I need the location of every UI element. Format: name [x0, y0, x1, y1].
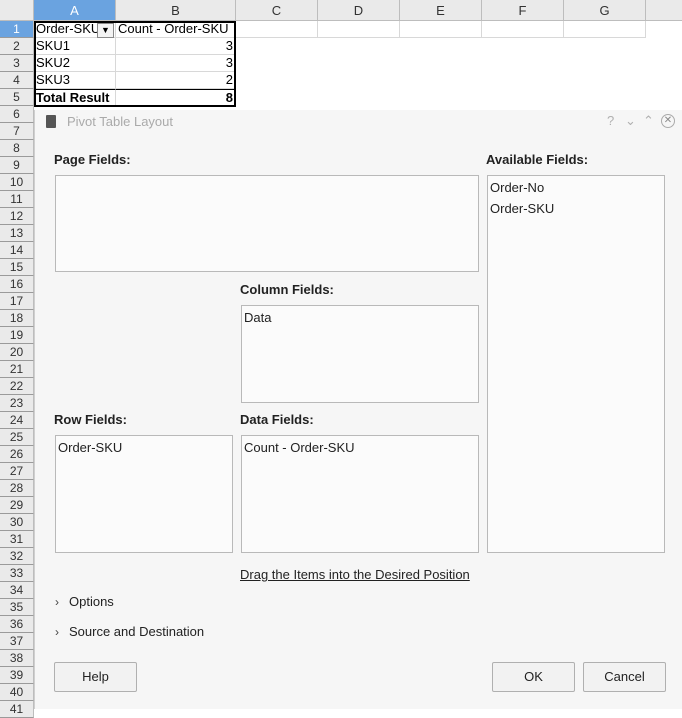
row-fields-box[interactable]: Order-SKU	[55, 435, 233, 553]
row-header-27[interactable]: 27	[0, 463, 34, 480]
document-icon	[46, 115, 56, 128]
help-icon[interactable]: ?	[607, 113, 614, 128]
column-header-f[interactable]: F	[482, 0, 564, 21]
source-destination-expander[interactable]: › Source and Destination	[55, 624, 204, 639]
row-header-29[interactable]: 29	[0, 497, 34, 514]
data-field-item[interactable]: Count - Order-SKU	[242, 436, 478, 457]
available-fields-label: Available Fields:	[486, 152, 589, 167]
row-header-26[interactable]: 26	[0, 446, 34, 463]
column-header-g[interactable]: G	[564, 0, 646, 21]
row-header-10[interactable]: 10	[0, 174, 34, 191]
row-header-12[interactable]: 12	[0, 208, 34, 225]
row-header-11[interactable]: 11	[0, 191, 34, 208]
column-fields-label: Column Fields:	[240, 282, 334, 297]
options-expander[interactable]: › Options	[55, 594, 114, 609]
row-header-35[interactable]: 35	[0, 599, 34, 616]
column-fields-box[interactable]: Data	[241, 305, 479, 403]
column-header-a[interactable]: A	[34, 0, 116, 21]
row-header-40[interactable]: 40	[0, 684, 34, 701]
ok-button[interactable]: OK	[492, 662, 575, 692]
row-header-21[interactable]: 21	[0, 361, 34, 378]
row-header-37[interactable]: 37	[0, 633, 34, 650]
row-header-6[interactable]: 6	[0, 106, 34, 123]
row-header-36[interactable]: 36	[0, 616, 34, 633]
row-header-31[interactable]: 31	[0, 531, 34, 548]
column-header-h-partial[interactable]	[646, 0, 682, 21]
drag-hint: Drag the Items into the Desired Position	[240, 567, 470, 582]
cell-a3[interactable]: SKU2	[34, 55, 116, 72]
row-header-14[interactable]: 14	[0, 242, 34, 259]
available-field-item[interactable]: Order-SKU	[488, 197, 664, 218]
row-header-16[interactable]: 16	[0, 276, 34, 293]
cell-b1[interactable]: Count - Order-SKU	[116, 21, 236, 38]
row-header-24[interactable]: 24	[0, 412, 34, 429]
cell-b2[interactable]: 3	[116, 38, 236, 55]
row-field-item[interactable]: Order-SKU	[56, 436, 232, 457]
cell-e1[interactable]	[400, 21, 482, 38]
row-header-33[interactable]: 33	[0, 565, 34, 582]
column-header-c[interactable]: C	[236, 0, 318, 21]
cell-d1[interactable]	[318, 21, 400, 38]
row-header-25[interactable]: 25	[0, 429, 34, 446]
maximize-icon[interactable]: ⌃	[643, 113, 654, 129]
minimize-icon[interactable]: ⌄	[625, 113, 636, 129]
row-header-1[interactable]: 1	[0, 21, 34, 38]
row-header-39[interactable]: 39	[0, 667, 34, 684]
column-header-e[interactable]: E	[400, 0, 482, 21]
cell-b3[interactable]: 3	[116, 55, 236, 72]
row-header-41[interactable]: 41	[0, 701, 34, 718]
row-header-38[interactable]: 38	[0, 650, 34, 667]
cell-b5[interactable]: 8	[116, 89, 236, 106]
cell-a4[interactable]: SKU3	[34, 72, 116, 89]
cell-c1[interactable]	[236, 21, 318, 38]
options-label: Options	[69, 594, 114, 609]
cell-g1[interactable]	[564, 21, 646, 38]
data-fields-label: Data Fields:	[240, 412, 314, 427]
row-header-2[interactable]: 2	[0, 38, 34, 55]
row-header-23[interactable]: 23	[0, 395, 34, 412]
row-header-19[interactable]: 19	[0, 327, 34, 344]
column-header-d[interactable]: D	[318, 0, 400, 21]
cell-f1[interactable]	[482, 21, 564, 38]
row-header-8[interactable]: 8	[0, 140, 34, 157]
page-fields-box[interactable]	[55, 175, 479, 272]
row-header-5[interactable]: 5	[0, 89, 34, 106]
row-header-4[interactable]: 4	[0, 72, 34, 89]
data-fields-box[interactable]: Count - Order-SKU	[241, 435, 479, 553]
row-header-22[interactable]: 22	[0, 378, 34, 395]
available-fields-box[interactable]: Order-No Order-SKU	[487, 175, 665, 553]
row-header-28[interactable]: 28	[0, 480, 34, 497]
row-header-18[interactable]: 18	[0, 310, 34, 327]
available-field-item[interactable]: Order-No	[488, 176, 664, 197]
row-header-3[interactable]: 3	[0, 55, 34, 72]
select-all-corner[interactable]	[0, 0, 34, 21]
chevron-right-icon: ›	[55, 595, 59, 609]
cancel-button[interactable]: Cancel	[583, 662, 666, 692]
row-fields-label: Row Fields:	[54, 412, 127, 427]
source-destination-label: Source and Destination	[69, 624, 205, 639]
page-fields-label: Page Fields:	[54, 152, 131, 167]
help-button[interactable]: Help	[54, 662, 137, 692]
filter-dropdown-button[interactable]: ▼	[97, 23, 114, 38]
dialog-title: Pivot Table Layout	[67, 114, 173, 129]
row-header-34[interactable]: 34	[0, 582, 34, 599]
row-header-13[interactable]: 13	[0, 225, 34, 242]
pivot-table-layout-dialog: Pivot Table Layout ? ⌄ ⌃ ✕ Page Fields: …	[34, 110, 682, 709]
row-header-9[interactable]: 9	[0, 157, 34, 174]
cell-a2[interactable]: SKU1	[34, 38, 116, 55]
chevron-right-icon: ›	[55, 625, 59, 639]
sheet-grid[interactable]: Order-SKU Count - Order-SKU SKU1 3 SKU2 …	[34, 21, 682, 111]
row-header-20[interactable]: 20	[0, 344, 34, 361]
row-header-30[interactable]: 30	[0, 514, 34, 531]
dialog-titlebar[interactable]: Pivot Table Layout ? ⌄ ⌃ ✕	[35, 110, 682, 134]
cell-b4[interactable]: 2	[116, 72, 236, 89]
close-icon[interactable]: ✕	[661, 114, 675, 128]
row-header-7[interactable]: 7	[0, 123, 34, 140]
row-header-17[interactable]: 17	[0, 293, 34, 310]
cell-a5[interactable]: Total Result	[34, 89, 116, 106]
row-header-32[interactable]: 32	[0, 548, 34, 565]
column-field-item[interactable]: Data	[242, 306, 478, 327]
row-header-15[interactable]: 15	[0, 259, 34, 276]
column-header-b[interactable]: B	[116, 0, 236, 21]
